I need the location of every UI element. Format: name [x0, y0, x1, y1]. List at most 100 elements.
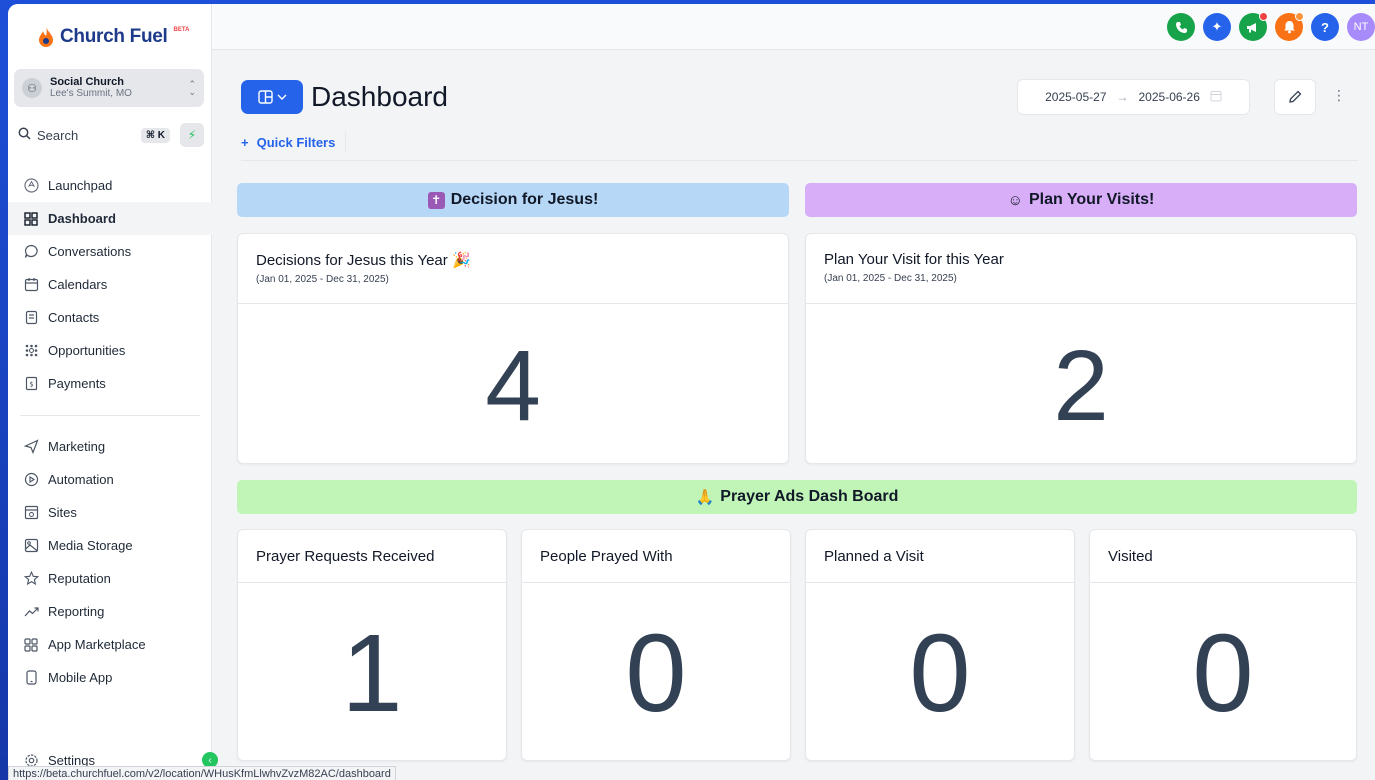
brand-logo[interactable]: Church Fuel BETA	[38, 26, 189, 48]
bolt-icon[interactable]: ⚡	[180, 123, 204, 147]
account-switcher[interactable]: ⚇ Social Church Lee's Summit, MO ⌃ ⌄	[14, 69, 204, 107]
star-icon	[22, 570, 40, 588]
sidebar-item-opportunities[interactable]: Opportunities	[8, 334, 212, 367]
dashboard-switcher-button[interactable]	[241, 80, 303, 114]
card-title: Prayer Requests Received	[256, 548, 435, 565]
automation-icon	[22, 471, 40, 489]
decisions-card: Decisions for Jesus this Year 🎉 (Jan 01,…	[237, 233, 789, 464]
section-title: Prayer Ads Dash Board	[720, 488, 899, 505]
bell-icon[interactable]	[1275, 12, 1304, 41]
card-date-range: (Jan 01, 2025 - Dec 31, 2025)	[256, 274, 389, 285]
sidebar-divider	[20, 415, 200, 416]
notification-dot	[1259, 12, 1268, 21]
sidebar-item-calendars[interactable]: Calendars	[8, 268, 212, 301]
card-title: Plan Your Visit for this Year	[824, 251, 1004, 268]
party-face-icon: ☺	[1007, 191, 1023, 209]
sidebar-item-label: Contacts	[48, 310, 100, 325]
brand-name: Church Fuel	[60, 26, 168, 47]
search-shortcut: ⌘ K	[140, 127, 170, 143]
card-title: People Prayed With	[540, 548, 673, 565]
edit-dashboard-button[interactable]	[1274, 79, 1316, 115]
grid-icon	[22, 210, 40, 228]
pencil-icon	[1289, 90, 1302, 103]
prayed-with-card: People Prayed With 0	[521, 529, 791, 761]
date-start: 2025-05-27	[1045, 90, 1107, 104]
more-options-icon[interactable]: ⋮	[1332, 87, 1346, 104]
sidebar-item-mobile-app[interactable]: Mobile App	[8, 661, 212, 694]
sidebar-item-automation[interactable]: Automation	[8, 463, 212, 496]
sidebar-item-label: Mobile App	[48, 670, 113, 685]
card-title: Planned a Visit	[824, 548, 924, 565]
chevron-updown-icon: ⌃ ⌄	[188, 79, 196, 97]
sidebar-item-label: Payments	[48, 376, 106, 391]
layout-icon	[257, 90, 273, 104]
praying-hands-icon: 🙏	[695, 489, 715, 506]
visits-card: Plan Your Visit for this Year (Jan 01, 2…	[805, 233, 1357, 464]
sidebar-item-payments[interactable]: $ Payments	[8, 367, 212, 400]
help-icon[interactable]: ?	[1311, 13, 1339, 41]
sidebar-item-media-storage[interactable]: Media Storage	[8, 529, 212, 562]
send-icon	[22, 438, 40, 456]
section-prayer-banner: 🙏 Prayer Ads Dash Board	[237, 480, 1357, 514]
calendar-icon	[22, 276, 40, 294]
search-button[interactable]: Search ⌘ K	[14, 122, 174, 148]
account-avatar-icon: ⚇	[22, 78, 42, 98]
sidebar-item-sites[interactable]: Sites	[8, 496, 212, 529]
sidebar-item-contacts[interactable]: Contacts	[8, 301, 212, 334]
arrow-right-icon: →	[1116, 90, 1129, 104]
phone-icon[interactable]	[1167, 13, 1195, 41]
sidebar-item-label: Sites	[48, 505, 77, 520]
section-decision-banner: ✝ Decision for Jesus!	[237, 183, 789, 217]
sidebar-item-app-marketplace[interactable]: App Marketplace	[8, 628, 212, 661]
card-value: 1	[341, 612, 403, 735]
search-icon	[18, 127, 31, 143]
top-header: ✦ ? NT	[212, 4, 1375, 50]
sidebar-item-label: Reputation	[48, 571, 111, 586]
section-title: Decision for Jesus!	[450, 191, 599, 208]
sidebar: Church Fuel BETA ⚇ Social Church Lee's S…	[8, 4, 212, 780]
date-range-picker[interactable]: 2025-05-27 → 2025-06-26	[1017, 79, 1250, 115]
chat-icon	[22, 243, 40, 261]
account-location: Lee's Summit, MO	[50, 88, 132, 99]
prayer-requests-card: Prayer Requests Received 1	[237, 529, 507, 761]
card-value: 0	[1192, 612, 1254, 735]
beta-badge: BETA	[173, 27, 190, 33]
quick-filters-label: Quick Filters	[256, 134, 336, 150]
header-divider	[241, 160, 1358, 161]
sidebar-item-marketing[interactable]: Marketing	[8, 430, 212, 463]
sidebar-item-launchpad[interactable]: Launchpad	[8, 169, 212, 202]
ai-sparkle-icon[interactable]: ✦	[1203, 13, 1231, 41]
card-value: 0	[625, 612, 687, 735]
payments-icon: $	[22, 375, 40, 393]
sidebar-item-label: Automation	[48, 472, 114, 487]
sidebar-item-label: Media Storage	[48, 538, 133, 553]
page-title: Dashboard	[311, 81, 448, 112]
sites-icon	[22, 504, 40, 522]
megaphone-icon[interactable]	[1239, 12, 1268, 41]
date-end: 2025-06-26	[1138, 90, 1200, 104]
quick-filters-button[interactable]: + Quick Filters	[241, 132, 347, 152]
header-actions: ✦ ? NT	[1167, 12, 1375, 41]
apps-icon	[22, 636, 40, 654]
sidebar-item-label: Reporting	[48, 604, 105, 619]
calendar-icon	[1210, 90, 1222, 105]
sidebar-item-reputation[interactable]: Reputation	[8, 562, 212, 595]
notification-dot	[1295, 12, 1304, 21]
planned-visit-card: Planned a Visit 0	[805, 529, 1075, 761]
sidebar-item-label: Calendars	[48, 277, 108, 292]
mobile-icon	[22, 669, 40, 687]
sidebar-item-label: Opportunities	[48, 343, 126, 358]
chevron-left-icon: ‹	[208, 754, 212, 766]
cross-icon: ✝	[427, 191, 445, 209]
app-frame: Church Fuel BETA ⚇ Social Church Lee's S…	[8, 4, 1375, 780]
user-avatar[interactable]: NT	[1347, 13, 1375, 41]
search-row: Search ⌘ K ⚡	[14, 122, 204, 148]
status-bar-url: https://beta.churchfuel.com/v2/location/…	[8, 766, 396, 780]
sidebar-item-dashboard[interactable]: Dashboard	[8, 202, 212, 235]
contacts-icon	[22, 309, 40, 327]
sidebar-item-conversations[interactable]: Conversations	[8, 235, 212, 268]
sidebar-item-reporting[interactable]: Reporting	[8, 595, 212, 628]
flame-icon	[39, 27, 53, 47]
sidebar-item-label: App Marketplace	[48, 637, 146, 652]
chevron-down-icon	[277, 94, 286, 100]
